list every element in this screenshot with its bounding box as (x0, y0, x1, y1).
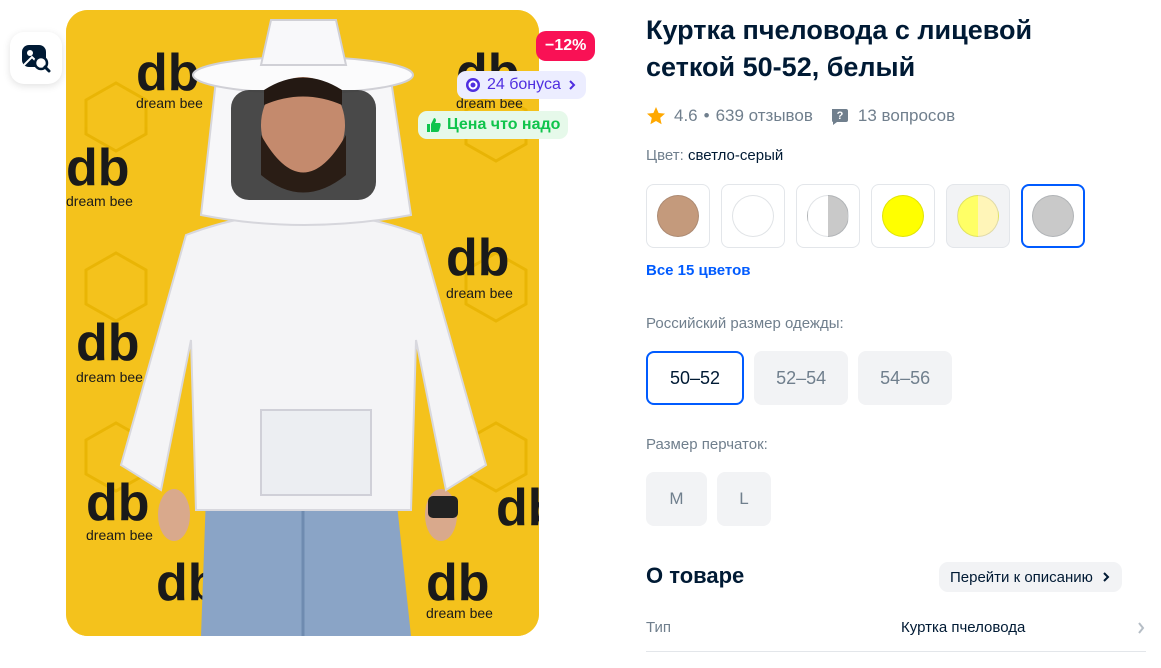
brand-caption: dream bee (136, 95, 203, 111)
color-label-value: светло-серый (687, 147, 784, 164)
brand-caption: dream bee (426, 605, 493, 621)
search-by-image-button[interactable] (10, 32, 62, 84)
color-dot (807, 195, 849, 237)
color-dot (957, 195, 999, 237)
svg-text:?: ? (837, 110, 844, 122)
brand-logo-text: db (426, 554, 490, 612)
brand-logo-text: db (86, 474, 150, 532)
glove-size-options: M L (646, 472, 771, 526)
color-label: Цвет: светло-серый (646, 147, 783, 164)
brand-caption: dream bee (446, 285, 513, 301)
chevron-right-icon (569, 80, 576, 90)
glove-size-label: Размер перчаток: (646, 436, 768, 453)
rating-value: 4.6 (674, 106, 698, 125)
size-option[interactable]: 54–56 (858, 351, 953, 405)
discount-badge: −12% (536, 31, 596, 61)
star-icon (647, 107, 665, 125)
questions-link[interactable]: 13 вопросов (858, 106, 955, 126)
brand-logo-text: db (496, 479, 539, 537)
rating-separator: • (703, 106, 710, 125)
size-option[interactable]: 52–54 (754, 351, 849, 405)
spec-row[interactable]: Тип Куртка пчеловода (646, 604, 1146, 652)
color-swatch-yellow[interactable] (871, 184, 935, 248)
bonus-badge-label: 24 бонуса (487, 76, 561, 93)
all-colors-link[interactable]: Все 15 цветов (646, 262, 750, 279)
glove-size-option[interactable]: L (717, 472, 771, 526)
about-product-heading: О товаре (646, 563, 745, 588)
color-swatches (646, 184, 1085, 248)
reviews-link[interactable]: 639 отзывов (716, 106, 813, 126)
product-photo[interactable]: db dream bee db dream bee db dream bee d… (66, 10, 539, 636)
good-price-badge: Цена что надо (418, 111, 569, 139)
color-swatch-light-grey[interactable] (1021, 184, 1085, 248)
color-label-key: Цвет: (646, 147, 684, 164)
rating-row[interactable]: 4.6 • 639 отзывов ? 13 вопросов (646, 102, 955, 130)
brand-logo-text: db (76, 314, 140, 372)
color-dot (732, 195, 774, 237)
color-dot (1032, 195, 1074, 237)
color-dot (882, 195, 924, 237)
glove-size-option[interactable]: M (646, 472, 707, 526)
chevron-right-icon (1103, 572, 1110, 582)
color-swatch-yellow-cream[interactable] (946, 184, 1010, 248)
brand-caption: dream bee (86, 527, 153, 543)
color-swatch-white[interactable] (721, 184, 785, 248)
good-price-label: Цена что надо (447, 116, 561, 133)
spec-value: Куртка пчеловода (901, 619, 1026, 636)
spec-key: Тип (646, 619, 672, 636)
brand-logo-text: db (136, 44, 200, 102)
color-dot (657, 195, 699, 237)
go-to-description-label: Перейти к описанию (950, 568, 1093, 586)
color-swatch-brown[interactable] (646, 184, 710, 248)
thumbs-up-icon (427, 118, 441, 132)
clothing-size-label: Российский размер одежды: (646, 315, 844, 332)
clothing-size-options: 50–52 52–54 54–56 (646, 351, 953, 405)
bonus-badge[interactable]: 24 бонуса (457, 71, 586, 99)
brand-logo-text: db (66, 139, 130, 197)
size-option[interactable]: 50–52 (646, 351, 745, 405)
brand-caption: dream bee (66, 193, 133, 209)
image-search-icon (22, 45, 51, 73)
brand-logo-text: db (446, 229, 510, 287)
product-title: Куртка пчеловода с лицевой сеткой 50-52,… (646, 15, 1033, 82)
bonus-coin-icon (466, 78, 480, 92)
color-swatch-white-grey[interactable] (796, 184, 860, 248)
question-icon: ? (831, 109, 848, 125)
brand-caption: dream bee (76, 369, 143, 385)
go-to-description-button[interactable]: Перейти к описанию (939, 562, 1122, 592)
chevron-right-icon (1138, 621, 1145, 634)
